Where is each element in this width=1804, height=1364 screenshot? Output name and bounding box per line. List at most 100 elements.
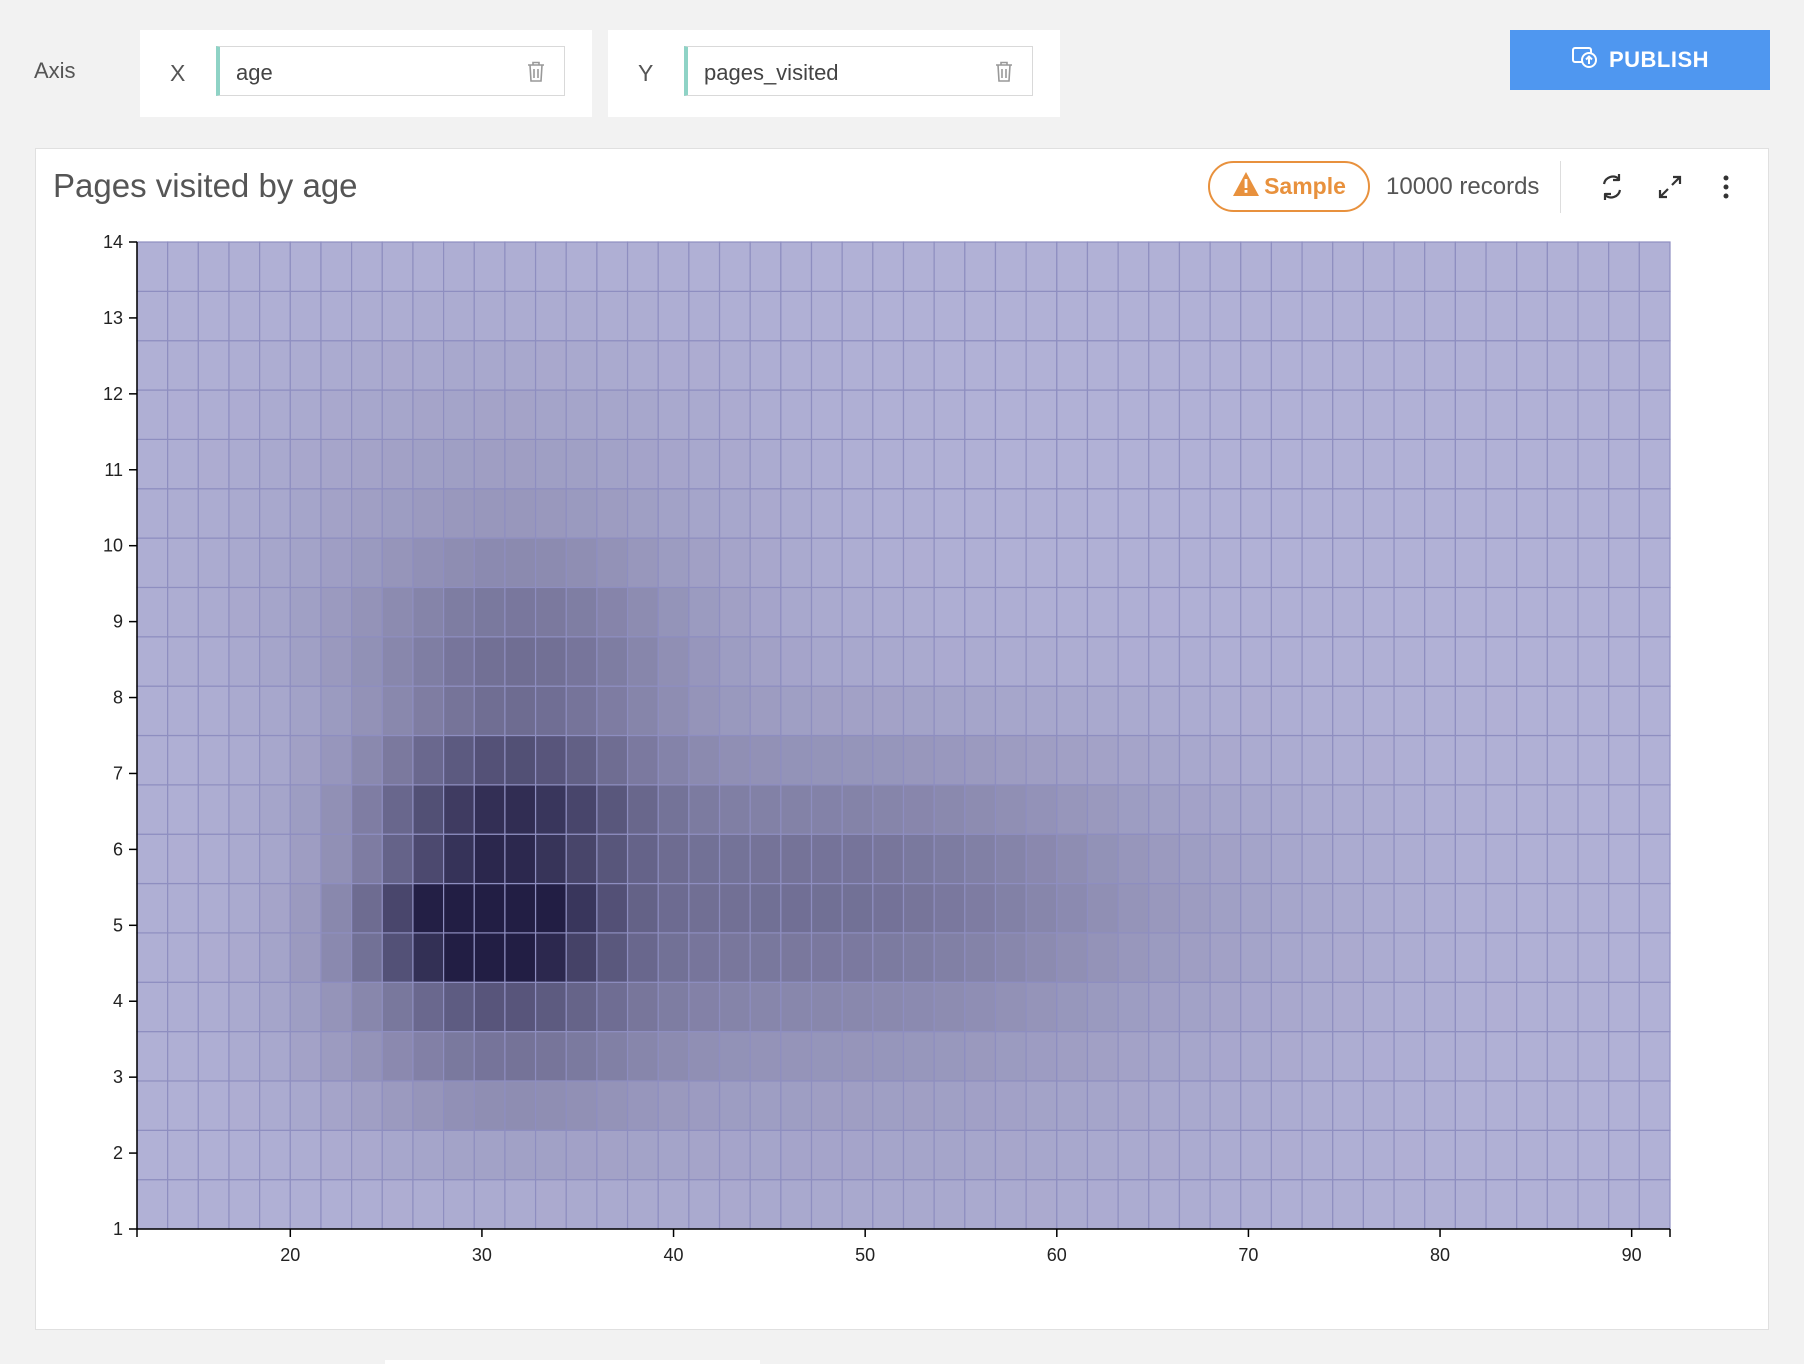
heatmap-cell xyxy=(320,636,353,687)
heatmap-cell xyxy=(1516,1129,1548,1181)
heatmap-cell xyxy=(1638,833,1671,885)
heatmap-cell xyxy=(626,1129,659,1181)
heatmap-cell xyxy=(780,833,813,885)
heatmap-cell xyxy=(657,636,690,687)
heatmap-cell xyxy=(136,685,169,737)
heatmap-cell xyxy=(565,882,598,934)
heatmap-cell xyxy=(1025,1030,1058,1082)
heatmap-cell xyxy=(749,537,782,589)
heatmap-cell xyxy=(1638,537,1671,589)
heatmap-cell xyxy=(1516,537,1548,589)
heatmap-cell xyxy=(626,1179,659,1230)
heatmap-cell xyxy=(289,932,322,983)
heatmap-cell xyxy=(1608,833,1640,885)
trash-icon[interactable] xyxy=(994,60,1014,84)
heatmap-cell xyxy=(351,981,383,1033)
x-axis-field[interactable]: age xyxy=(216,46,565,96)
heatmap-cell xyxy=(534,488,567,539)
heatmap-cell xyxy=(443,734,475,786)
heatmap-cell xyxy=(1393,932,1426,983)
heatmap-cell xyxy=(1577,241,1610,292)
heatmap-cell xyxy=(1393,685,1426,737)
heatmap-cell xyxy=(1516,586,1548,638)
heatmap-cell xyxy=(473,685,506,737)
heatmap-cell xyxy=(1332,784,1364,835)
heatmap-cell xyxy=(1362,1030,1395,1082)
heatmap-cell xyxy=(1577,389,1610,441)
heatmap-cell xyxy=(657,488,690,539)
heatmap-cell xyxy=(167,1030,199,1082)
heatmap-cell xyxy=(964,488,997,539)
heatmap-cell xyxy=(841,685,874,737)
heatmap-cell xyxy=(443,833,475,885)
heatmap-cell xyxy=(1362,882,1395,934)
heatmap-cell xyxy=(596,734,629,786)
heatmap-cell xyxy=(1485,636,1518,687)
heatmap-cell xyxy=(167,784,199,835)
heatmap-cell xyxy=(1056,488,1089,539)
heatmap-cell xyxy=(504,537,537,589)
heatmap-cell xyxy=(351,488,383,539)
heatmap-cell xyxy=(1638,290,1671,342)
heatmap-cell xyxy=(1056,833,1089,885)
heatmap-cell xyxy=(504,340,537,391)
heatmap-cell xyxy=(1025,685,1058,737)
heatmap-cell xyxy=(1485,685,1518,737)
heatmap-cell xyxy=(1393,1030,1426,1082)
heatmap-cell xyxy=(933,882,966,934)
heatmap-cell xyxy=(872,586,905,638)
heatmap-cell xyxy=(381,290,414,342)
heatmap-cell xyxy=(1301,586,1334,638)
heatmap-cell xyxy=(289,1080,322,1131)
heatmap-cell xyxy=(1546,734,1579,786)
heatmap-cell xyxy=(534,734,567,786)
heatmap-cell xyxy=(1546,1179,1579,1230)
heatmap-cell xyxy=(872,784,905,835)
heatmap-cell xyxy=(1148,340,1181,391)
heatmap-cell xyxy=(1301,784,1334,835)
heatmap-cell xyxy=(688,537,721,589)
heatmap-cell xyxy=(197,537,230,589)
heatmap-cell xyxy=(688,1129,721,1181)
publish-button[interactable]: PUBLISH xyxy=(1510,30,1770,90)
heatmap-cell xyxy=(228,636,261,687)
heatmap-cell xyxy=(228,389,261,441)
heatmap-cell xyxy=(841,1129,874,1181)
heatmap-cell xyxy=(443,685,475,737)
heatmap-cell xyxy=(964,1030,997,1082)
heatmap-cell xyxy=(810,537,843,589)
heatmap-cell xyxy=(1148,833,1181,885)
heatmap-cell xyxy=(1240,932,1273,983)
heatmap-cell xyxy=(872,241,905,292)
heatmap-cell xyxy=(136,882,169,934)
heatmap-cell xyxy=(1056,1179,1089,1230)
heatmap-cell xyxy=(259,784,291,835)
heatmap-cell xyxy=(1240,290,1273,342)
heatmap-cell xyxy=(1546,586,1579,638)
heatmap-cell xyxy=(902,340,935,391)
heatmap-cell xyxy=(994,290,1027,342)
heatmap-cell xyxy=(197,1179,230,1230)
heatmap-cell xyxy=(320,1129,353,1181)
heatmap-cell xyxy=(1577,734,1610,786)
heatmap-cell xyxy=(688,981,721,1033)
heatmap-cell xyxy=(565,784,598,835)
y-tick-label: 5 xyxy=(113,915,123,935)
heatmap-cell xyxy=(1546,981,1579,1033)
heatmap-cell xyxy=(412,241,445,292)
heatmap-cell xyxy=(810,833,843,885)
heatmap-cell xyxy=(412,784,445,835)
heatmap-cell xyxy=(412,734,445,786)
heatmap-cell xyxy=(1086,1129,1119,1181)
heatmap-cell xyxy=(1148,1179,1181,1230)
y-axis-field[interactable]: pages_visited xyxy=(684,46,1033,96)
heatmap-cell xyxy=(1454,1129,1487,1181)
heatmap-cell xyxy=(1117,1030,1150,1082)
trash-icon[interactable] xyxy=(526,60,546,84)
heatmap-cell xyxy=(1516,784,1548,835)
heatmap-cell xyxy=(1638,340,1671,391)
heatmap-cell xyxy=(1178,537,1211,589)
heatmap-cell xyxy=(1424,241,1456,292)
heatmap-cell xyxy=(1270,340,1303,391)
heatmap-cell xyxy=(688,685,721,737)
